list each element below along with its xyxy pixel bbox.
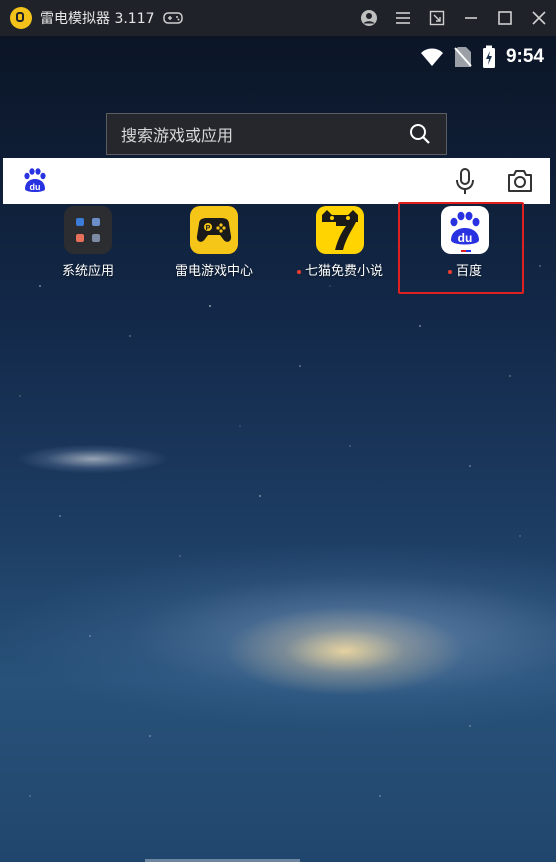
minimize-button[interactable] xyxy=(454,0,488,36)
clock: 9:54 xyxy=(505,46,544,67)
user-icon xyxy=(361,10,377,26)
close-button[interactable] xyxy=(522,0,556,36)
maximize-button[interactable] xyxy=(488,0,522,36)
side-minimize-button[interactable] xyxy=(420,0,454,36)
home-screen[interactable]: 9:54 搜索游戏或应用 du 系统应用 P 雷电游戏中心 七猫免费小说 du … xyxy=(0,36,556,862)
svg-text:P: P xyxy=(206,225,211,232)
menu-button[interactable] xyxy=(386,0,420,36)
leidian-logo-icon xyxy=(10,7,32,29)
app-leidian-game-center[interactable]: P 雷电游戏中心 xyxy=(159,206,269,286)
minimize-icon xyxy=(465,17,477,19)
maximize-icon xyxy=(498,11,512,25)
app-label: 七猫免费小说 xyxy=(285,260,395,279)
camera-icon[interactable] xyxy=(506,168,534,194)
microphone-icon[interactable] xyxy=(454,167,476,195)
game-controller-icon: P xyxy=(190,206,238,254)
baidu-logo-text: du xyxy=(30,182,41,192)
battery-charging-icon xyxy=(482,45,495,68)
hamburger-menu-icon xyxy=(396,12,410,24)
app-system-apps[interactable]: 系统应用 xyxy=(33,206,143,286)
search-bar[interactable]: 搜索游戏或应用 xyxy=(106,113,447,155)
no-sim-icon xyxy=(454,47,472,67)
search-input[interactable]: 搜索游戏或应用 xyxy=(121,122,408,146)
baidu-search-widget[interactable]: du xyxy=(3,158,550,204)
wifi-icon xyxy=(420,48,443,66)
app-qimao-novel[interactable]: 七猫免费小说 xyxy=(285,206,395,286)
cat-seven-icon xyxy=(316,206,364,254)
baidu-paw-icon[interactable]: du xyxy=(21,167,49,195)
new-badge-dot xyxy=(296,269,301,274)
status-bar: 9:54 xyxy=(420,44,544,70)
account-button[interactable] xyxy=(352,0,386,36)
folder-icon xyxy=(64,206,112,254)
close-icon xyxy=(532,11,546,25)
app-label: 雷电游戏中心 xyxy=(174,264,253,279)
gamepad-icon[interactable] xyxy=(162,11,183,25)
shrink-window-icon xyxy=(429,10,445,26)
search-icon[interactable] xyxy=(408,122,432,146)
window-title: 雷电模拟器 3.117 xyxy=(40,11,155,27)
selection-highlight-box xyxy=(398,202,524,294)
title-bar: 雷电模拟器 3.117 xyxy=(0,0,556,36)
app-label: 系统应用 xyxy=(61,264,114,279)
